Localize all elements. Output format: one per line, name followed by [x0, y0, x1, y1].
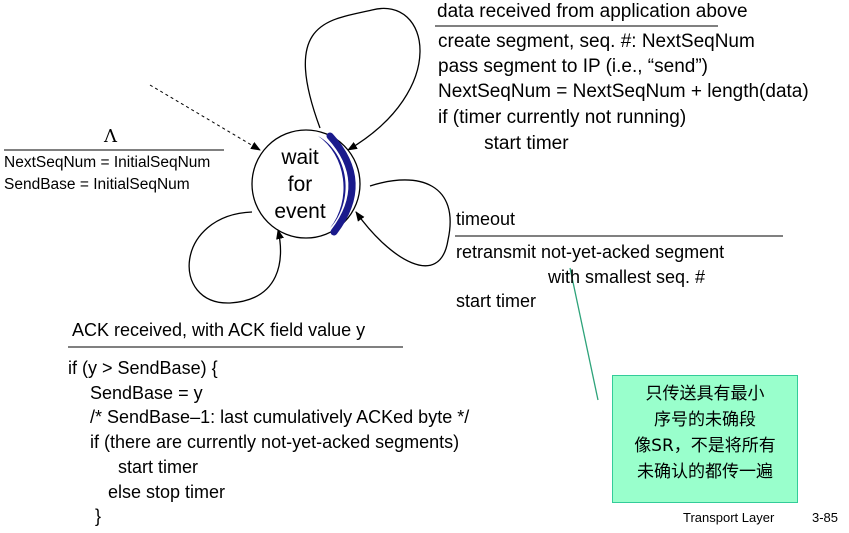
ack-action-7: }	[95, 506, 102, 526]
timeout-action-2: with smallest seq. #	[548, 267, 706, 287]
state-line-3: event	[274, 200, 326, 223]
fsm-diagram: wait for event data received from applic…	[0, 0, 849, 533]
init-event-lambda: Λ	[104, 126, 117, 147]
state-line-2: for	[287, 173, 313, 196]
callout-line-2: 序号的未确段	[654, 410, 756, 430]
state-line-1: wait	[281, 146, 319, 169]
top-self-loop	[304, 7, 421, 151]
footer-label: Transport Layer	[683, 510, 775, 525]
ack-action-3: /* SendBase–1: last cumulatively ACKed b…	[90, 407, 470, 427]
footer-page-number: 3-85	[812, 510, 839, 525]
callout-pointer	[569, 267, 599, 401]
timeout-event: timeout	[456, 209, 516, 229]
ack-event: ACK received, with ACK field value y	[72, 320, 366, 340]
top-action-4: if (timer currently not running)	[438, 107, 687, 128]
right-self-loop	[355, 179, 451, 267]
bottom-self-loop	[188, 211, 284, 304]
ack-action-1: if (y > SendBase) {	[68, 358, 218, 378]
top-action-3: NextSeqNum = NextSeqNum + length(data)	[438, 81, 809, 102]
state-wait-for-event: wait for event	[250, 144, 350, 225]
ack-action-2: SendBase = y	[90, 383, 203, 403]
init-action-1: NextSeqNum = InitialSeqNum	[4, 154, 211, 171]
ack-action-4: if (there are currently not-yet-acked se…	[90, 432, 460, 452]
timeout-action-1: retransmit not-yet-acked segment	[456, 242, 725, 262]
timeout-action-3: start timer	[456, 291, 537, 311]
ack-action-5: start timer	[118, 457, 199, 477]
top-action-2: pass segment to IP (i.e., “send”)	[438, 56, 708, 77]
top-event: data received from application above	[437, 1, 748, 22]
initial-arrow	[149, 84, 261, 151]
init-action-2: SendBase = InitialSeqNum	[4, 176, 190, 193]
callout-line-1: 只传送具有最小	[645, 384, 765, 404]
callout-line-4: 未确认的都传一遍	[637, 462, 773, 482]
callout-line-3: 像SR，不是将所有	[634, 436, 776, 456]
callout-note: 只传送具有最小 序号的未确段 像SR，不是将所有 未确认的都传一遍	[612, 375, 798, 503]
top-action-5: start timer	[463, 133, 569, 154]
top-action-1: create segment, seq. #: NextSeqNum	[438, 31, 755, 52]
ack-action-6: else stop timer	[108, 482, 226, 502]
